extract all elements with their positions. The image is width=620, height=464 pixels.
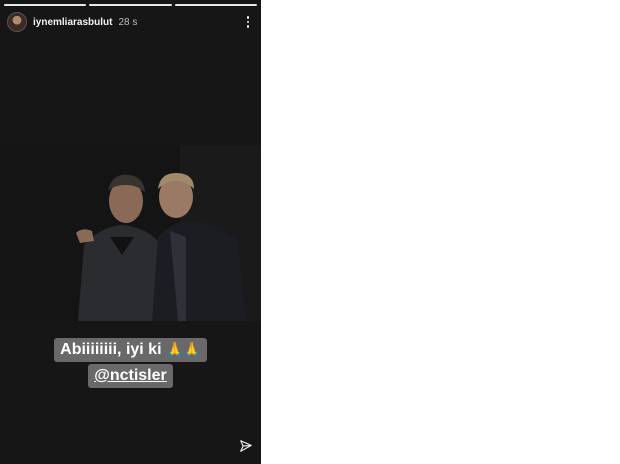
pray-emoji: 🙏🙏 (165, 341, 201, 357)
story-viewer: iynemliarasbulut 28 s Abiiiiiiii, iyi ki (0, 0, 261, 464)
caption-mention[interactable]: @nctisler (94, 367, 167, 384)
more-vertical-icon[interactable] (241, 12, 255, 32)
timestamp: 28 s (118, 16, 138, 28)
caption-text: Abiiiiiiii, iyi ki 🙏🙏 (54, 338, 207, 362)
mention-sticker[interactable]: @nctisler (88, 364, 173, 388)
story-progress-bar (4, 4, 257, 6)
avatar[interactable] (7, 12, 27, 32)
send-icon[interactable] (239, 439, 253, 453)
username[interactable]: iynemliarasbulut (33, 17, 112, 28)
progress-segment (4, 4, 87, 6)
photo-illustration (0, 145, 261, 321)
story-header: iynemliarasbulut 28 s (7, 10, 255, 34)
caption-line1: Abiiiiiiii, iyi ki (60, 341, 162, 358)
progress-segment (174, 4, 257, 6)
progress-segment (89, 4, 172, 6)
story-caption: Abiiiiiiii, iyi ki 🙏🙏 @nctisler (0, 338, 261, 388)
story-photo (0, 145, 261, 321)
